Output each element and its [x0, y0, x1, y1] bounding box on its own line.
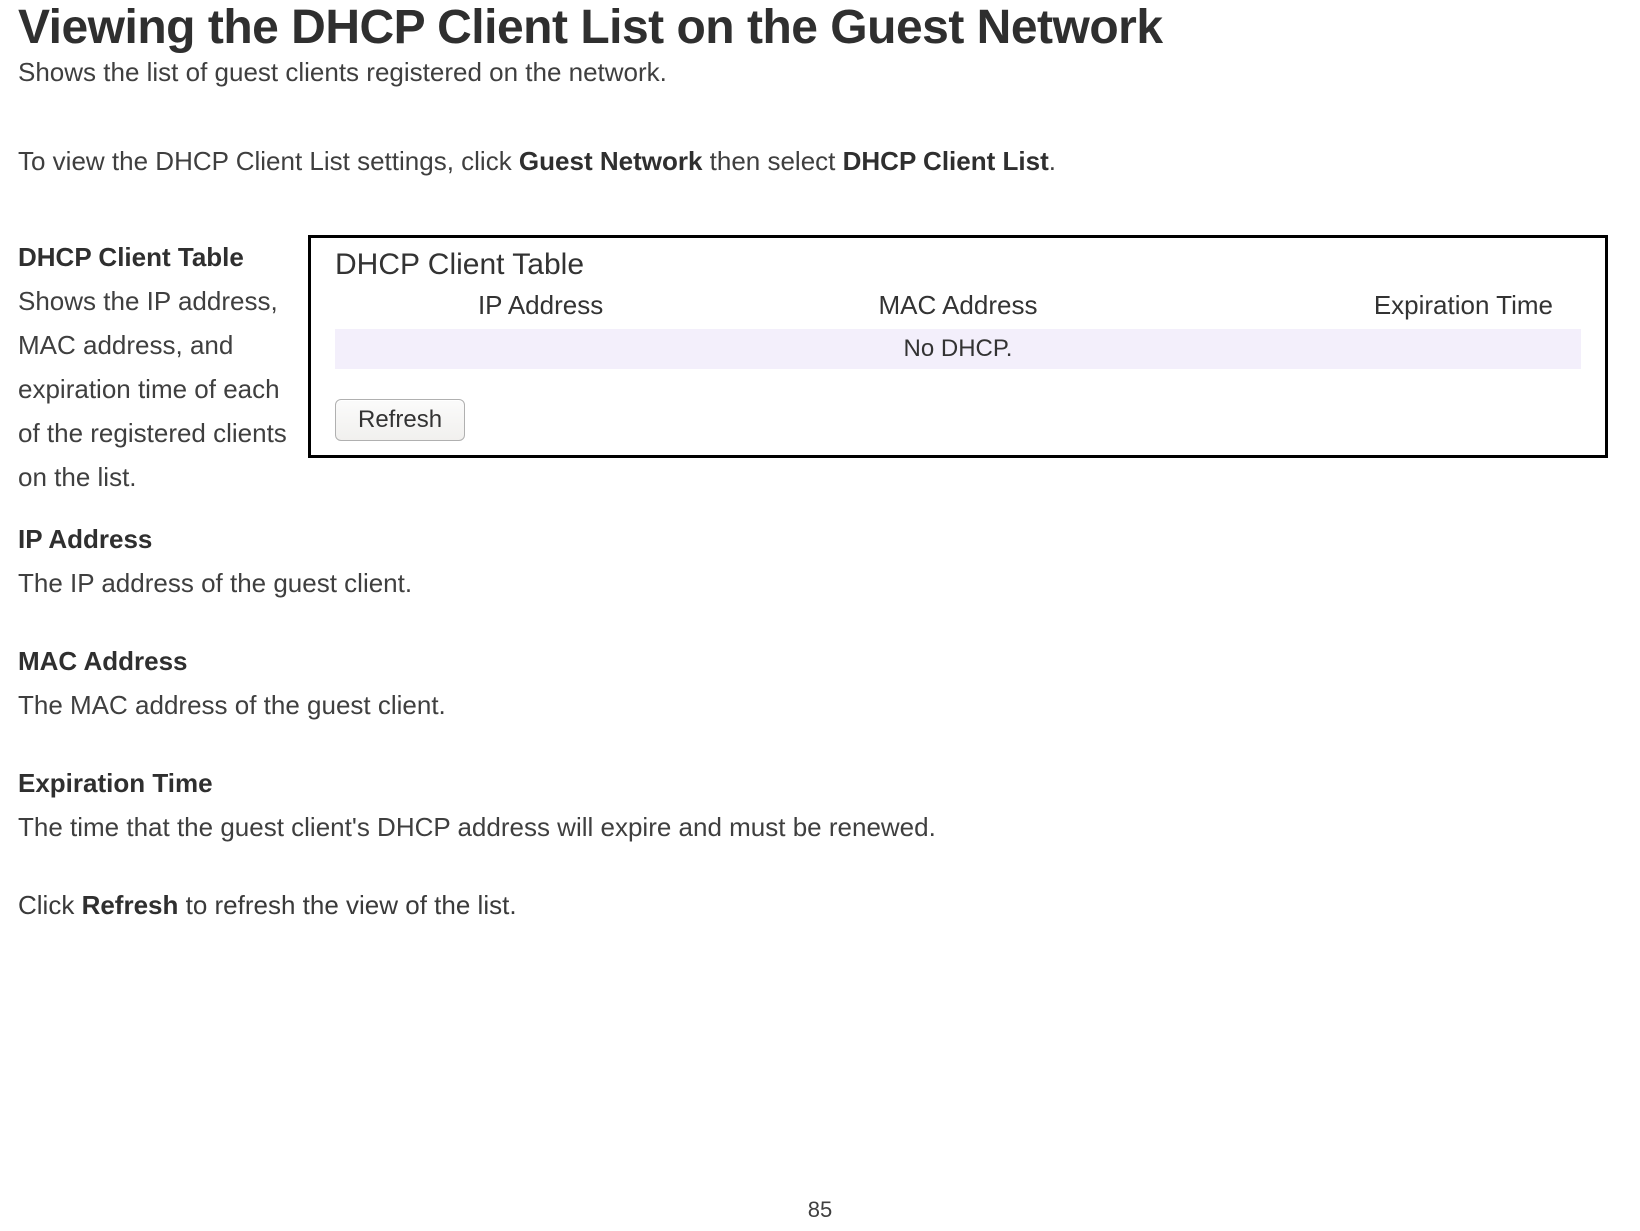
- term-mac-address: MAC Address: [18, 639, 1640, 683]
- term-ip-address: IP Address: [18, 517, 1640, 561]
- nav-text-prefix: To view the DHCP Client List settings, c…: [18, 146, 519, 176]
- figure-inner: DHCP Client Table IP Address MAC Address…: [311, 238, 1605, 455]
- content-wrapper: DHCP Client Table Shows the IP address, …: [18, 235, 1640, 499]
- desc-dhcp-client-table: Shows the IP address, MAC address, and e…: [18, 286, 287, 492]
- refresh-instruction: Click Refresh to refresh the view of the…: [18, 883, 1640, 927]
- column-header-mac-address: MAC Address: [746, 286, 1170, 329]
- term-expiration-time: Expiration Time: [18, 761, 1640, 805]
- table-header-row: IP Address MAC Address Expiration Time: [335, 286, 1581, 329]
- refresh-text-suffix: to refresh the view of the list.: [178, 890, 516, 920]
- page-subtitle: Shows the list of guest clients register…: [18, 57, 1640, 88]
- page-number: 85: [0, 1197, 1640, 1223]
- table-row: No DHCP.: [335, 329, 1581, 369]
- table-empty-message: No DHCP.: [335, 329, 1581, 369]
- dhcp-client-table-definition: DHCP Client Table Shows the IP address, …: [18, 235, 308, 499]
- navigation-instruction: To view the DHCP Client List settings, c…: [18, 146, 1640, 177]
- desc-ip-address: The IP address of the guest client.: [18, 561, 1640, 605]
- desc-expiration-time: The time that the guest client's DHCP ad…: [18, 805, 1640, 849]
- figure-title: DHCP Client Table: [335, 248, 1581, 282]
- refresh-button[interactable]: Refresh: [335, 399, 465, 441]
- nav-text-suffix: .: [1049, 146, 1056, 176]
- document-page: Viewing the DHCP Client List on the Gues…: [0, 0, 1640, 1231]
- nav-bold-dhcp-client-list: DHCP Client List: [843, 146, 1049, 176]
- nav-bold-guest-network: Guest Network: [519, 146, 703, 176]
- dhcp-client-table: IP Address MAC Address Expiration Time N…: [335, 286, 1581, 369]
- refresh-bold: Refresh: [82, 890, 179, 920]
- column-header-ip-address: IP Address: [335, 286, 746, 329]
- refresh-text-prefix: Click: [18, 890, 82, 920]
- definitions-list: IP Address The IP address of the guest c…: [18, 517, 1640, 849]
- term-dhcp-client-table: DHCP Client Table: [18, 242, 244, 272]
- page-title: Viewing the DHCP Client List on the Gues…: [18, 0, 1640, 55]
- nav-text-mid: then select: [702, 146, 842, 176]
- column-header-expiration-time: Expiration Time: [1170, 286, 1581, 329]
- desc-mac-address: The MAC address of the guest client.: [18, 683, 1640, 727]
- dhcp-client-table-screenshot: DHCP Client Table IP Address MAC Address…: [308, 235, 1608, 458]
